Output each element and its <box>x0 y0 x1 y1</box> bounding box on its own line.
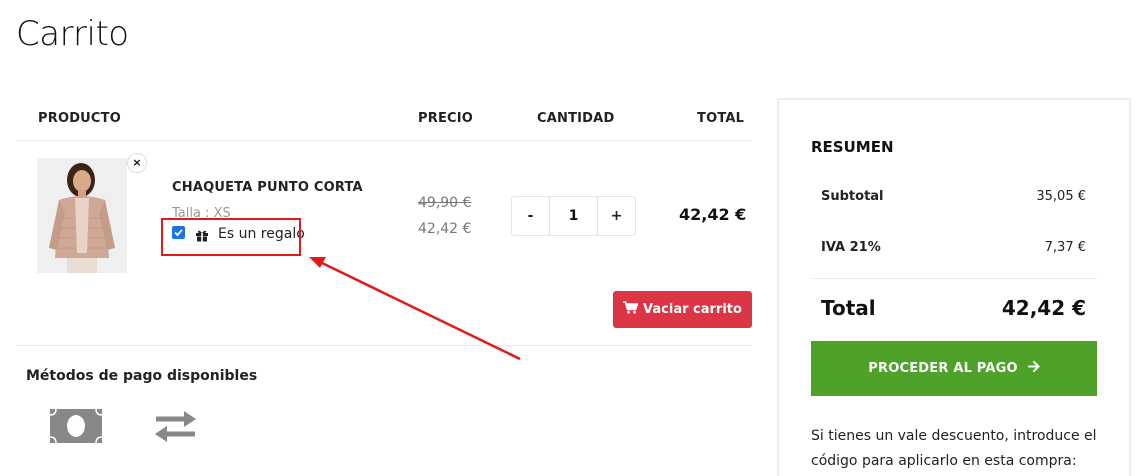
arrow-right-icon <box>1027 361 1040 376</box>
empty-cart-button[interactable]: Vaciar carrito <box>613 291 752 328</box>
quantity-increase-button[interactable]: + <box>597 197 635 235</box>
subtotal-label: Subtotal <box>821 189 884 204</box>
row-total: 42,42 € <box>679 205 747 224</box>
payment-methods-title: Métodos de pago disponibles <box>26 368 258 384</box>
quantity-input[interactable] <box>550 197 597 235</box>
total-label: Total <box>821 296 876 320</box>
checkout-label: PROCEDER AL PAGO <box>868 361 1018 376</box>
column-header-precio: PRECIO <box>418 111 474 126</box>
original-price: 49,90 € <box>418 195 472 211</box>
quantity-stepper: - + <box>511 196 636 236</box>
tax-value: 7,37 € <box>1044 240 1086 255</box>
total-value: 42,42 € <box>1001 296 1086 320</box>
checkout-button[interactable]: PROCEDER AL PAGO <box>811 341 1097 396</box>
section-divider <box>16 345 752 346</box>
annotation-highlight-box <box>161 218 301 256</box>
cart-icon <box>623 301 639 318</box>
voucher-instructions: Si tienes un vale descuento, introduce e… <box>811 428 1097 469</box>
tax-label: IVA 21% <box>821 240 881 255</box>
empty-cart-label: Vaciar carrito <box>643 302 742 317</box>
column-header-total: TOTAL <box>697 111 745 126</box>
column-header-producto: PRODUCTO <box>38 111 121 126</box>
remove-item-button[interactable]: × <box>127 153 147 173</box>
subtotal-value: 35,05 € <box>1036 189 1086 204</box>
quantity-decrease-button[interactable]: - <box>512 197 550 235</box>
header-divider <box>16 140 752 141</box>
page-title: Carrito <box>16 14 129 54</box>
transfer-icon <box>154 410 197 447</box>
summary-divider <box>811 278 1097 279</box>
cash-icon <box>49 408 103 447</box>
column-header-cantidad: CANTIDAD <box>537 111 615 126</box>
product-name[interactable]: CHAQUETA PUNTO CORTA <box>172 180 363 195</box>
discounted-price: 42,42 € <box>418 221 472 237</box>
product-image[interactable] <box>37 158 127 273</box>
summary-title: RESUMEN <box>811 138 894 156</box>
